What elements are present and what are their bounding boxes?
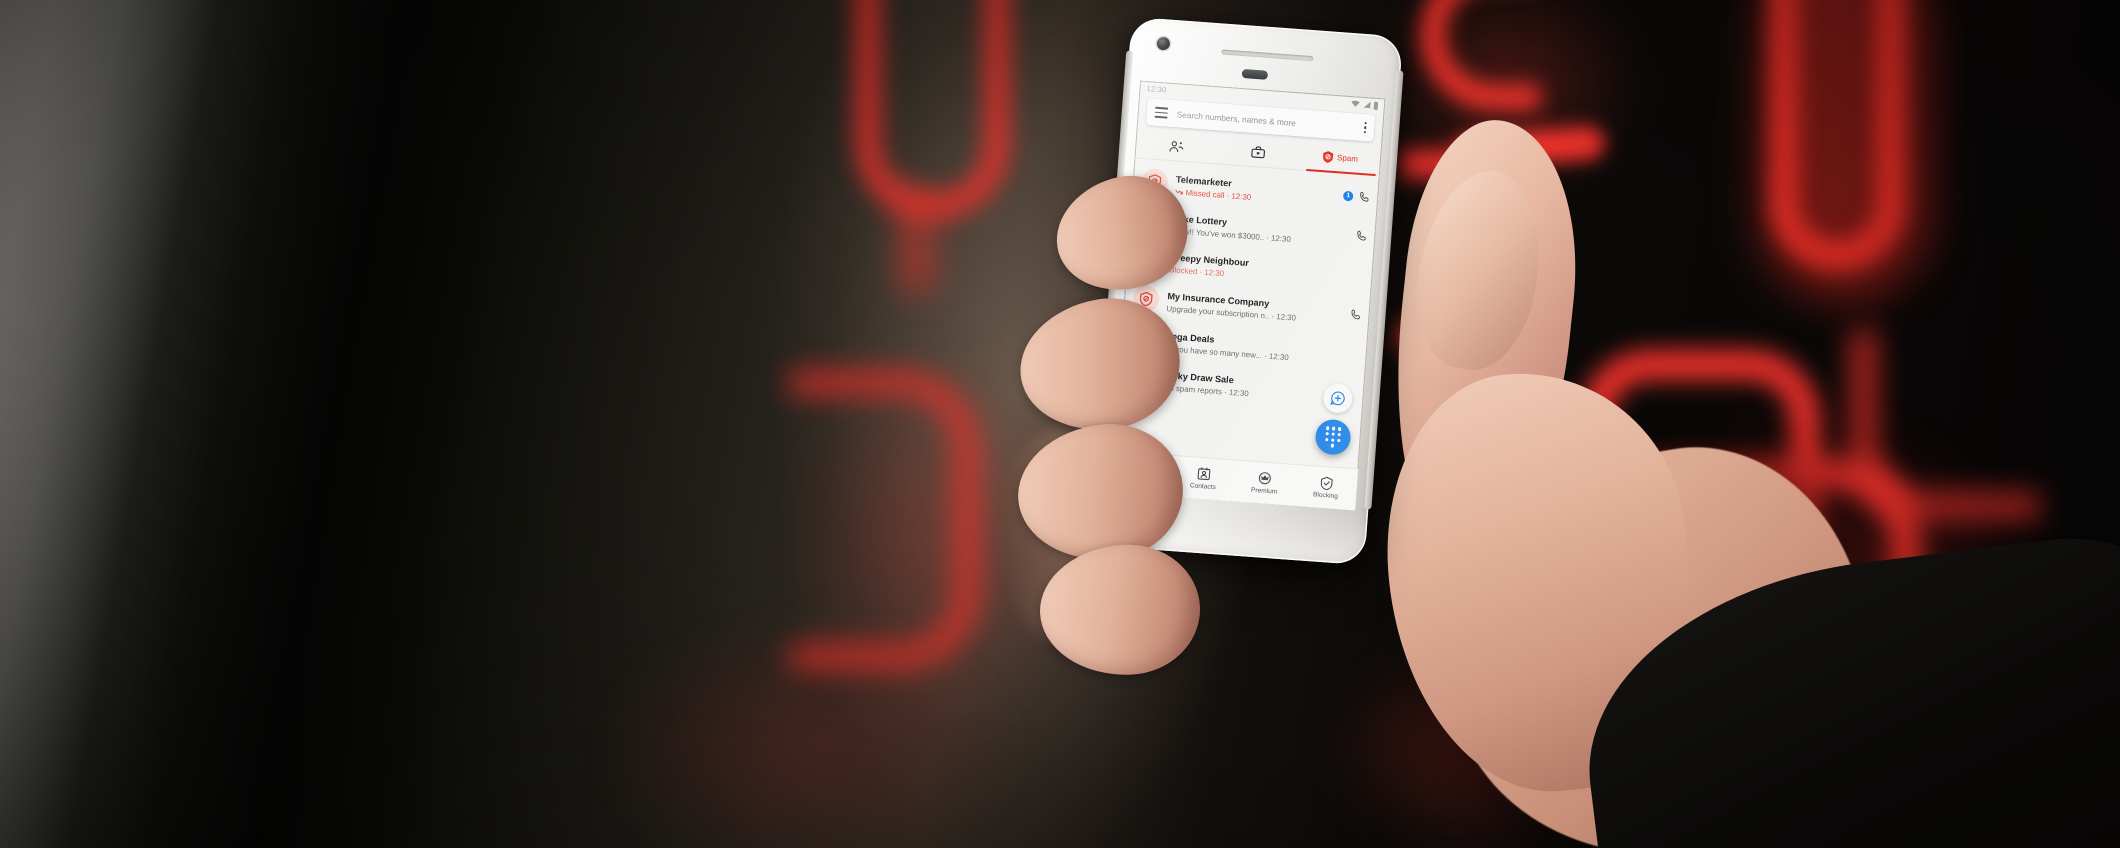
call-icon[interactable]: [1350, 309, 1362, 321]
people-icon: [1168, 140, 1183, 152]
tab-business[interactable]: [1216, 134, 1300, 169]
screenshot-root: 12:30 Search numbers, names & more Spam …: [0, 0, 2120, 848]
dialpad-icon: [1325, 426, 1341, 448]
spam-shield-icon: [1323, 151, 1334, 163]
spam-item-meta: [1350, 309, 1362, 321]
spam-item-text: Lucky Draw Sale 744 spam reports · 12:30: [1160, 365, 1349, 407]
nav-premium-label: Premium: [1250, 486, 1278, 496]
spam-item-subtitle-text: Missed call · 12:30: [1185, 187, 1252, 202]
unread-badge: 1: [1342, 190, 1354, 202]
nav-blocking-label: Blocking: [1312, 491, 1339, 501]
battery-icon: [1373, 101, 1379, 110]
contact-card-icon: [1197, 467, 1211, 481]
missed-call-icon: [1175, 190, 1183, 195]
briefcase-icon: [1251, 146, 1266, 159]
spam-item-meta: [1356, 230, 1368, 242]
call-icon[interactable]: [1359, 191, 1371, 203]
signal-icon: [1363, 101, 1371, 109]
hamburger-icon[interactable]: [1154, 107, 1169, 119]
call-icon[interactable]: [1356, 230, 1368, 242]
spam-item-text: Telemarketer Missed call · 12:30: [1175, 169, 1337, 209]
crown-icon: [1259, 472, 1272, 485]
search-input[interactable]: Search numbers, names & more: [1176, 109, 1355, 132]
shield-check-icon: [1320, 476, 1333, 491]
spam-item-meta: 1: [1342, 190, 1371, 203]
nav-premium[interactable]: Premium: [1233, 470, 1296, 497]
status-icons: [1351, 100, 1379, 110]
spam-item-name: Telemarketer: [1175, 173, 1233, 189]
message-plus-icon: [1330, 391, 1345, 406]
spam-item-subtitle: 744 spam reports · 12:30: [1160, 383, 1347, 407]
tab-spam[interactable]: Spam: [1298, 140, 1382, 175]
nav-contacts-label: Contacts: [1189, 482, 1217, 491]
tab-spam-label: Spam: [1336, 153, 1359, 164]
nav-blocking[interactable]: Blocking: [1295, 474, 1358, 502]
tab-contacts[interactable]: [1134, 128, 1218, 163]
kebab-menu-icon[interactable]: [1363, 122, 1367, 134]
status-time: 12:30: [1146, 84, 1167, 95]
sensor-pill: [1241, 68, 1269, 80]
wifi-icon: [1351, 100, 1360, 107]
dialpad-fab[interactable]: [1314, 418, 1352, 456]
spam-item-subtitle-text: Blocked · 12:30: [1169, 265, 1225, 279]
